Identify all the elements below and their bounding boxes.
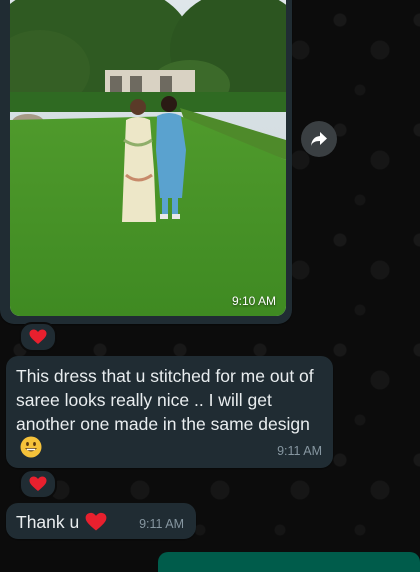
message-body: Thank u: [16, 512, 80, 532]
outgoing-message-bubble[interactable]: [158, 552, 420, 572]
grinning-face-icon: [20, 436, 42, 458]
message-text: Thank u: [16, 511, 107, 533]
message-reaction[interactable]: [19, 469, 57, 499]
red-heart-icon: [29, 476, 47, 491]
image-timestamp: 9:10 AM: [231, 294, 276, 308]
incoming-message[interactable]: Thank u 9:11 AM: [6, 503, 196, 539]
message-timestamp: 9:11 AM: [277, 444, 322, 458]
message-timestamp: 9:11 AM: [139, 517, 184, 531]
forward-button[interactable]: [301, 121, 337, 157]
image-message-bubble[interactable]: 9:10 AM: [0, 0, 292, 324]
shared-photo[interactable]: 9:10 AM: [10, 0, 286, 316]
red-heart-icon: [29, 329, 47, 344]
forward-icon: [311, 132, 327, 146]
incoming-message[interactable]: This dress that u stitched for me out of…: [6, 356, 333, 468]
message-reaction[interactable]: [19, 322, 57, 352]
red-heart-icon: [85, 512, 107, 531]
message-body: This dress that u stitched for me out of…: [16, 366, 314, 434]
